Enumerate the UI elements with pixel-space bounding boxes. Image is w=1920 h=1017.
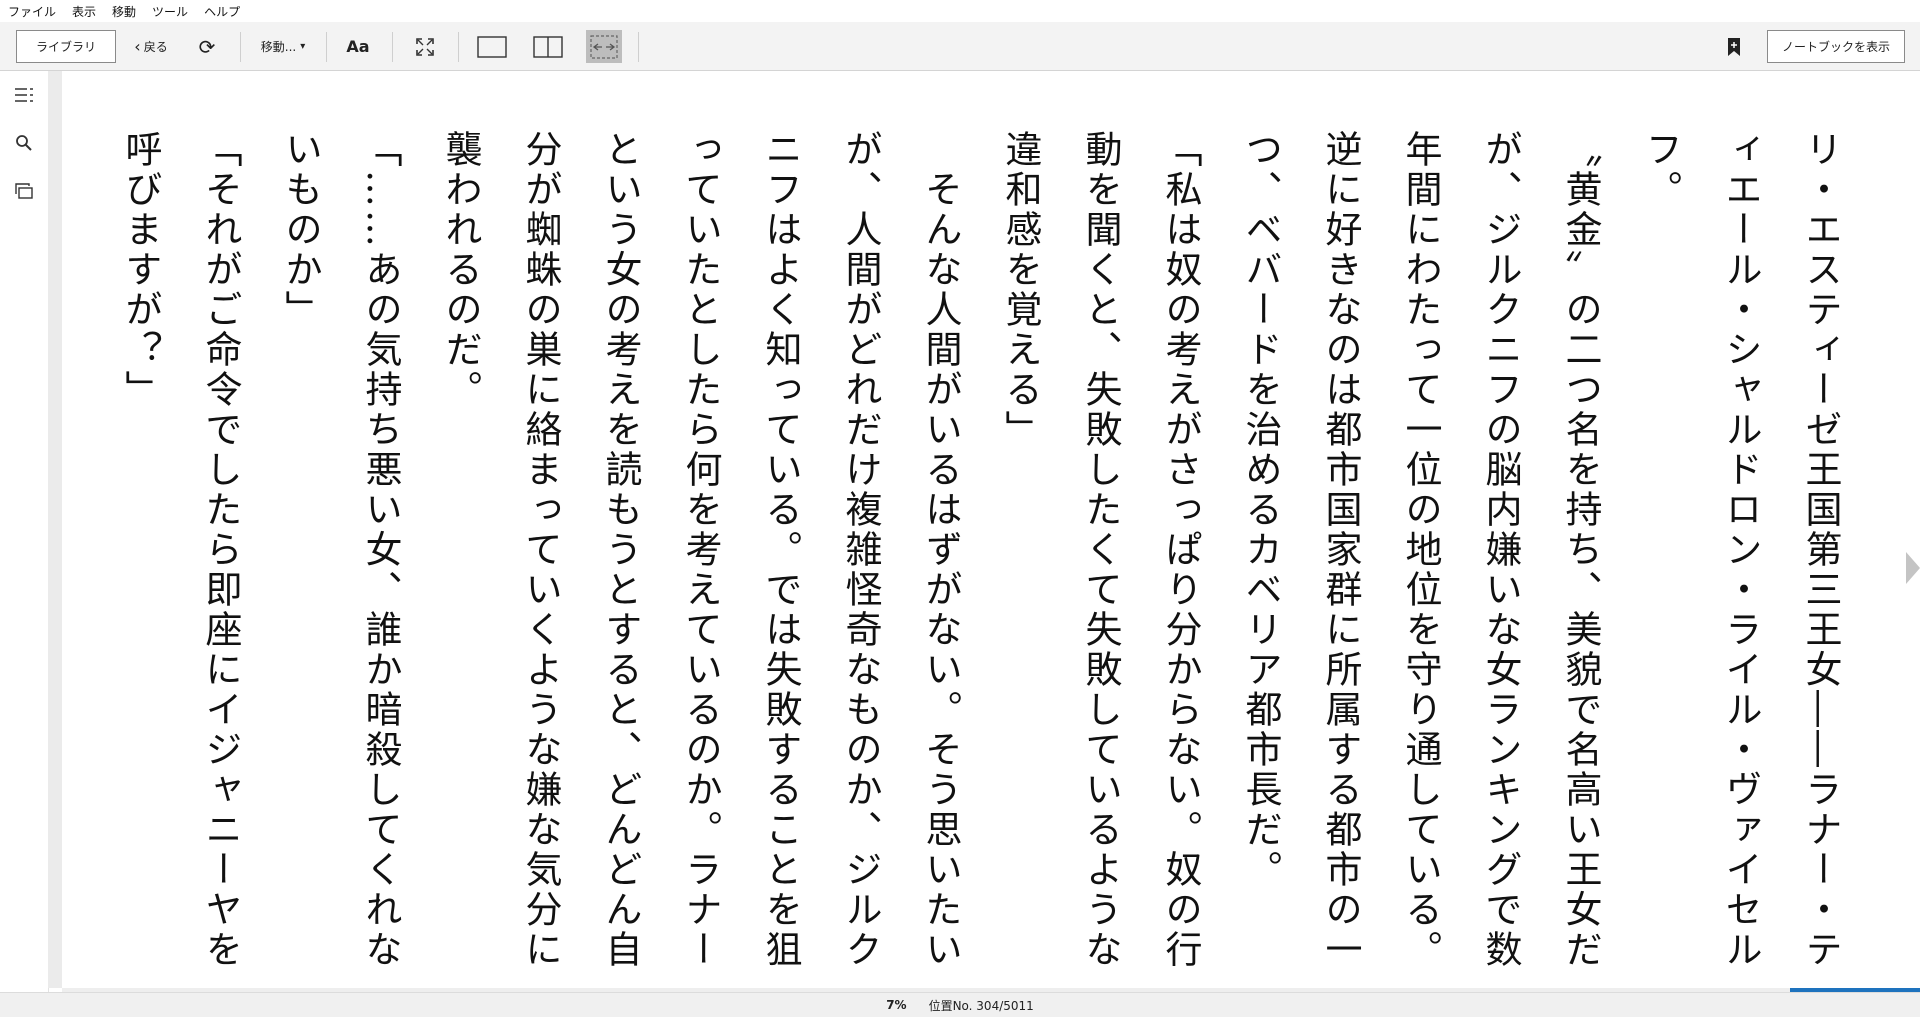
- menu-go[interactable]: 移動: [104, 3, 144, 20]
- toolbar-divider: [326, 32, 327, 62]
- location-readout: 位置No. 304/5011: [928, 998, 1034, 1013]
- back-button[interactable]: ‹ 戻る: [128, 30, 174, 63]
- progress-percent: 7%: [886, 998, 907, 1012]
- toolbar: ライブラリ ‹ 戻る ⟳ 移動... ▾ Aa ノートブックを表示: [0, 22, 1920, 71]
- full-width-icon: [590, 34, 618, 59]
- font-settings-button[interactable]: Aa: [344, 30, 372, 63]
- text-paragraph: そんな人間がいるはずがない。そう思いたいが、人間がどれだけ複雑怪奇なものか、ジル…: [439, 130, 962, 970]
- toolbar-divider: [240, 32, 241, 62]
- show-notebook-button[interactable]: ノートブックを表示: [1767, 30, 1905, 63]
- fullscreen-button[interactable]: [410, 30, 440, 63]
- menu-file[interactable]: ファイル: [0, 3, 64, 20]
- bookmark-add-icon: [1728, 37, 1740, 56]
- menu-tools[interactable]: ツール: [144, 3, 196, 20]
- status-bar: 7% 位置No. 304/5011: [0, 992, 1920, 1017]
- chevron-down-icon: ▾: [300, 41, 306, 52]
- toolbar-divider: [638, 32, 639, 62]
- goto-button[interactable]: 移動... ▾: [250, 30, 316, 63]
- menu-bar: ファイル 表示 移動 ツール ヘルプ: [0, 0, 1920, 22]
- text-paragraph: 〝黄金〟の二つ名を持ち、美貌で名高い王女だが、ジルクニフの脳内嫌いな女ランキング…: [1239, 130, 1602, 970]
- menu-help[interactable]: ヘルプ: [196, 3, 248, 20]
- text-paragraph: リ・エスティーゼ王国第三王女――ラナー・ティエール・シャルドロン・ライル・ヴァイ…: [1639, 130, 1842, 970]
- single-column-button[interactable]: [474, 30, 510, 63]
- cards-icon: [15, 183, 33, 199]
- library-label: ライブラリ: [35, 40, 96, 54]
- full-width-button[interactable]: [586, 30, 622, 63]
- back-label: 戻る: [143, 40, 168, 54]
- table-of-contents-button[interactable]: [12, 83, 36, 107]
- text-paragraph: 「私は奴の考えがさっぱり分からない。奴の行動を聞くと、失敗したくて失敗しているよ…: [999, 130, 1202, 970]
- menu-view[interactable]: 表示: [64, 3, 104, 20]
- sidebar: [0, 71, 49, 992]
- font-label: Aa: [346, 37, 370, 56]
- text-paragraph: 「……あの気持ち悪い女、誰か暗殺してくれないものか」: [279, 130, 402, 970]
- bookmark-button[interactable]: [1720, 30, 1748, 63]
- library-button[interactable]: ライブラリ: [16, 30, 116, 63]
- goto-label: 移動...: [260, 40, 297, 54]
- flashcards-button[interactable]: [12, 179, 36, 203]
- single-column-icon: [477, 35, 507, 58]
- search-button[interactable]: [12, 131, 36, 155]
- text-paragraph: 「それがご命令でしたら即座にイジャニーヤを呼びますが？」: [119, 130, 242, 970]
- next-page-arrow-icon[interactable]: [1906, 552, 1920, 584]
- toolbar-divider: [392, 32, 393, 62]
- fullscreen-icon: [416, 37, 434, 56]
- notebook-label: ノートブックを表示: [1781, 40, 1890, 54]
- next-page-area[interactable]: [1880, 71, 1920, 988]
- search-icon: [16, 135, 32, 151]
- two-column-button[interactable]: [530, 30, 566, 63]
- table-of-contents-icon: [15, 88, 33, 102]
- two-column-icon: [533, 35, 563, 58]
- page-gutter: [48, 71, 62, 988]
- chevron-left-icon: ‹: [134, 37, 141, 56]
- sync-icon: ⟳: [198, 34, 216, 59]
- toolbar-divider: [458, 32, 459, 62]
- book-text: リ・エスティーゼ王国第三王女――ラナー・ティエール・シャルドロン・ライル・ヴァイ…: [100, 130, 1860, 980]
- sync-button[interactable]: ⟳: [192, 30, 222, 63]
